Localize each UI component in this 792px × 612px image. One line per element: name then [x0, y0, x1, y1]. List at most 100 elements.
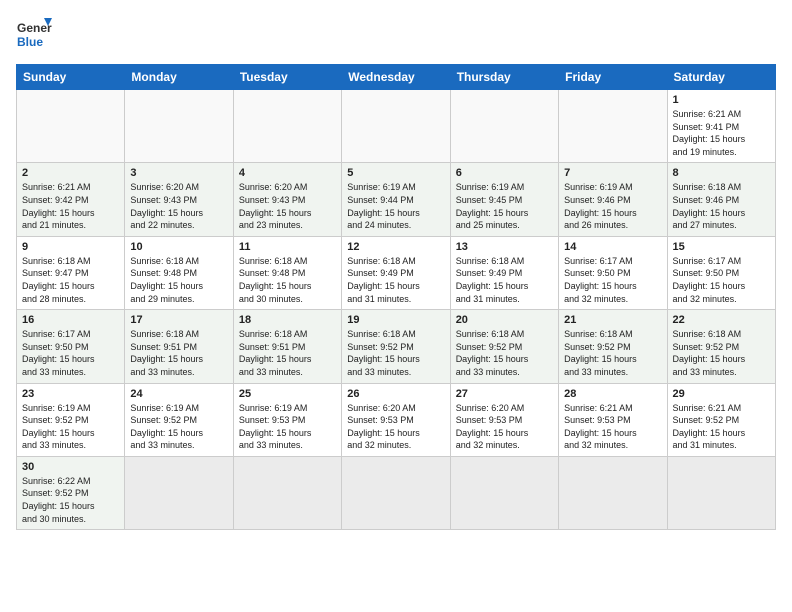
calendar-day: 1 Sunrise: 6:21 AM Sunset: 9:41 PM Daylig…	[667, 90, 775, 163]
day-number: 22	[673, 314, 770, 326]
calendar-day: 9Sunrise: 6:18 AM Sunset: 9:47 PM Daylig…	[17, 236, 125, 309]
day-info: Sunrise: 6:17 AM Sunset: 9:50 PM Dayligh…	[22, 328, 119, 378]
calendar-day: 19 Sunrise: 6:18 AM Sunset: 9:52 PM Dayli…	[342, 310, 450, 383]
day-info: Sunrise: 6:20 AM Sunset: 9:43 PM Dayligh…	[239, 181, 336, 231]
calendar-day: 22 Sunrise: 6:18 AM Sunset: 9:52 PM Dayli…	[667, 310, 775, 383]
day-number: 20	[456, 314, 553, 326]
calendar-day: 25Sunrise: 6:19 AM Sunset: 9:53 PM Dayli…	[233, 383, 341, 456]
day-info: Sunrise: 6:18 AM Sunset: 9:51 PM Dayligh…	[130, 328, 227, 378]
calendar-day	[450, 90, 558, 163]
day-info: Sunrise: 6:18 AM Sunset: 9:52 PM Dayligh…	[673, 328, 770, 378]
day-number: 27	[456, 388, 553, 400]
day-number: 9	[22, 241, 119, 253]
day-info: Sunrise: 6:18 AM Sunset: 9:51 PM Dayligh…	[239, 328, 336, 378]
calendar-day	[450, 456, 558, 529]
calendar-week-1: 2 Sunrise: 6:21 AM Sunset: 9:42 PM Daylig…	[17, 163, 776, 236]
calendar-day	[17, 90, 125, 163]
calendar-header-sunday: Sunday	[17, 65, 125, 90]
day-info: Sunrise: 6:21 AM Sunset: 9:52 PM Dayligh…	[673, 402, 770, 452]
day-info: Sunrise: 6:18 AM Sunset: 9:46 PM Dayligh…	[673, 181, 770, 231]
calendar-day	[559, 90, 667, 163]
day-number: 25	[239, 388, 336, 400]
day-number: 13	[456, 241, 553, 253]
day-number: 28	[564, 388, 661, 400]
calendar-header-row: SundayMondayTuesdayWednesdayThursdayFrid…	[17, 65, 776, 90]
day-info: Sunrise: 6:20 AM Sunset: 9:53 PM Dayligh…	[347, 402, 444, 452]
calendar-day: 29Sunrise: 6:21 AM Sunset: 9:52 PM Dayli…	[667, 383, 775, 456]
day-info: Sunrise: 6:19 AM Sunset: 9:52 PM Dayligh…	[22, 402, 119, 452]
calendar-day: 7Sunrise: 6:19 AM Sunset: 9:46 PM Daylig…	[559, 163, 667, 236]
calendar-day	[233, 90, 341, 163]
calendar-day: 21 Sunrise: 6:18 AM Sunset: 9:52 PM Dayli…	[559, 310, 667, 383]
day-number: 19	[347, 314, 444, 326]
day-number: 15	[673, 241, 770, 253]
day-number: 26	[347, 388, 444, 400]
day-info: Sunrise: 6:22 AM Sunset: 9:52 PM Dayligh…	[22, 475, 119, 525]
calendar-week-5: 30 Sunrise: 6:22 AM Sunset: 9:52 PM Dayli…	[17, 456, 776, 529]
calendar-header-tuesday: Tuesday	[233, 65, 341, 90]
day-info: Sunrise: 6:20 AM Sunset: 9:43 PM Dayligh…	[130, 181, 227, 231]
day-number: 1	[673, 94, 770, 106]
day-info: Sunrise: 6:18 AM Sunset: 9:49 PM Dayligh…	[456, 255, 553, 305]
day-info: Sunrise: 6:19 AM Sunset: 9:44 PM Dayligh…	[347, 181, 444, 231]
day-number: 2	[22, 167, 119, 179]
calendar-day	[125, 90, 233, 163]
calendar-day: 12 Sunrise: 6:18 AM Sunset: 9:49 PM Dayli…	[342, 236, 450, 309]
day-info: Sunrise: 6:18 AM Sunset: 9:52 PM Dayligh…	[564, 328, 661, 378]
calendar-week-3: 16 Sunrise: 6:17 AM Sunset: 9:50 PM Dayli…	[17, 310, 776, 383]
calendar-day: 28 Sunrise: 6:21 AM Sunset: 9:53 PM Dayli…	[559, 383, 667, 456]
logo: General Blue	[16, 16, 52, 52]
calendar-day: 4 Sunrise: 6:20 AM Sunset: 9:43 PM Daylig…	[233, 163, 341, 236]
calendar-day	[342, 90, 450, 163]
calendar-day: 15Sunrise: 6:17 AM Sunset: 9:50 PM Dayli…	[667, 236, 775, 309]
calendar-header-saturday: Saturday	[667, 65, 775, 90]
day-number: 12	[347, 241, 444, 253]
day-number: 4	[239, 167, 336, 179]
calendar-day: 14 Sunrise: 6:17 AM Sunset: 9:50 PM Dayli…	[559, 236, 667, 309]
day-number: 21	[564, 314, 661, 326]
logo-svg: General Blue	[16, 16, 52, 52]
day-info: Sunrise: 6:18 AM Sunset: 9:49 PM Dayligh…	[347, 255, 444, 305]
calendar-day: 16 Sunrise: 6:17 AM Sunset: 9:50 PM Dayli…	[17, 310, 125, 383]
calendar-header-wednesday: Wednesday	[342, 65, 450, 90]
day-info: Sunrise: 6:18 AM Sunset: 9:52 PM Dayligh…	[347, 328, 444, 378]
day-info: Sunrise: 6:18 AM Sunset: 9:48 PM Dayligh…	[239, 255, 336, 305]
day-info: Sunrise: 6:21 AM Sunset: 9:42 PM Dayligh…	[22, 181, 119, 231]
svg-text:Blue: Blue	[17, 35, 43, 49]
calendar-day: 30 Sunrise: 6:22 AM Sunset: 9:52 PM Dayli…	[17, 456, 125, 529]
calendar-day: 5Sunrise: 6:19 AM Sunset: 9:44 PM Daylig…	[342, 163, 450, 236]
calendar-header-thursday: Thursday	[450, 65, 558, 90]
day-info: Sunrise: 6:19 AM Sunset: 9:52 PM Dayligh…	[130, 402, 227, 452]
calendar-day: 20Sunrise: 6:18 AM Sunset: 9:52 PM Dayli…	[450, 310, 558, 383]
day-number: 18	[239, 314, 336, 326]
day-number: 16	[22, 314, 119, 326]
day-info: Sunrise: 6:17 AM Sunset: 9:50 PM Dayligh…	[564, 255, 661, 305]
day-info: Sunrise: 6:21 AM Sunset: 9:53 PM Dayligh…	[564, 402, 661, 452]
day-number: 14	[564, 241, 661, 253]
calendar-day: 8 Sunrise: 6:18 AM Sunset: 9:46 PM Daylig…	[667, 163, 775, 236]
calendar-day	[667, 456, 775, 529]
day-number: 23	[22, 388, 119, 400]
day-info: Sunrise: 6:20 AM Sunset: 9:53 PM Dayligh…	[456, 402, 553, 452]
calendar-header-friday: Friday	[559, 65, 667, 90]
day-number: 30	[22, 461, 119, 473]
day-number: 10	[130, 241, 227, 253]
calendar-day	[233, 456, 341, 529]
calendar-day: 13 Sunrise: 6:18 AM Sunset: 9:49 PM Dayli…	[450, 236, 558, 309]
day-info: Sunrise: 6:18 AM Sunset: 9:48 PM Dayligh…	[130, 255, 227, 305]
calendar-day: 11Sunrise: 6:18 AM Sunset: 9:48 PM Dayli…	[233, 236, 341, 309]
day-number: 8	[673, 167, 770, 179]
calendar-day: 24 Sunrise: 6:19 AM Sunset: 9:52 PM Dayli…	[125, 383, 233, 456]
day-number: 17	[130, 314, 227, 326]
calendar-table: SundayMondayTuesdayWednesdayThursdayFrid…	[16, 64, 776, 530]
day-number: 24	[130, 388, 227, 400]
day-number: 7	[564, 167, 661, 179]
calendar-day: 23 Sunrise: 6:19 AM Sunset: 9:52 PM Dayli…	[17, 383, 125, 456]
day-number: 6	[456, 167, 553, 179]
calendar-day	[559, 456, 667, 529]
calendar-day: 6Sunrise: 6:19 AM Sunset: 9:45 PM Daylig…	[450, 163, 558, 236]
day-info: Sunrise: 6:21 AM Sunset: 9:41 PM Dayligh…	[673, 108, 770, 158]
calendar-week-2: 9Sunrise: 6:18 AM Sunset: 9:47 PM Daylig…	[17, 236, 776, 309]
calendar-day: 18 Sunrise: 6:18 AM Sunset: 9:51 PM Dayli…	[233, 310, 341, 383]
calendar-day: 3Sunrise: 6:20 AM Sunset: 9:43 PM Daylig…	[125, 163, 233, 236]
